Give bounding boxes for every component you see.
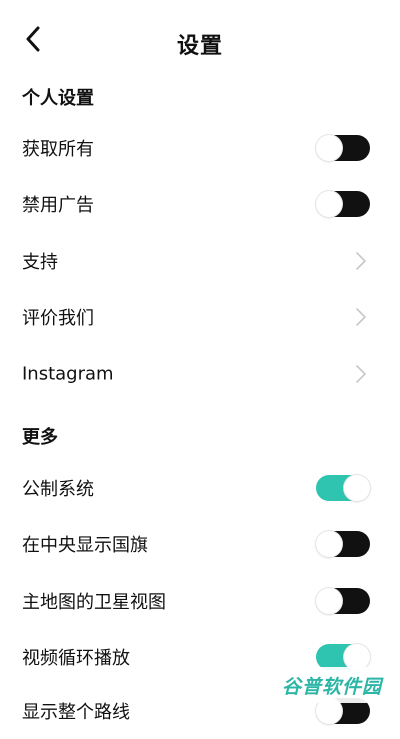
setting-row-rate-us[interactable]: 评价我们: [0, 289, 400, 345]
toggle-knob: [316, 531, 342, 557]
setting-label: 公制系统: [22, 479, 94, 500]
setting-label: 显示整个路线: [22, 702, 130, 723]
setting-row-disable-ads: 禁用广告: [0, 176, 400, 232]
setting-row-center-flag: 在中央显示国旗: [0, 516, 400, 572]
setting-row-get-all: 获取所有: [0, 120, 400, 176]
setting-label: 主地图的卫星视图: [22, 592, 166, 613]
watermark-logo: 谷普软件园: [272, 667, 392, 703]
setting-label: Instagram: [22, 363, 114, 385]
chevron-right-icon: [356, 308, 366, 326]
center-flag-toggle[interactable]: [316, 531, 370, 557]
setting-label: 禁用广告: [22, 195, 94, 216]
setting-label: 在中央显示国旗: [22, 535, 148, 556]
page-title: 设置: [176, 34, 223, 59]
disable-ads-toggle[interactable]: [316, 191, 370, 217]
setting-label: 视频循环播放: [22, 648, 130, 669]
get-all-toggle[interactable]: [316, 135, 370, 161]
setting-label: 获取所有: [22, 139, 94, 160]
setting-row-support[interactable]: 支持: [0, 233, 400, 289]
section-title-personal: 个人设置: [22, 88, 94, 109]
section-title-more: 更多: [22, 427, 58, 448]
metric-system-toggle[interactable]: [316, 475, 370, 501]
setting-row-metric-system: 公制系统: [0, 460, 400, 516]
toggle-knob: [344, 475, 370, 501]
chevron-right-icon: [356, 365, 366, 383]
satellite-view-toggle[interactable]: [316, 588, 370, 614]
setting-row-satellite-view: 主地图的卫星视图: [0, 573, 400, 629]
toggle-knob: [316, 588, 342, 614]
chevron-right-icon: [356, 252, 366, 270]
toggle-knob: [316, 135, 342, 161]
toggle-knob: [316, 191, 342, 217]
setting-label: 支持: [22, 252, 58, 273]
header: 设置: [0, 0, 400, 80]
setting-row-instagram[interactable]: Instagram: [0, 346, 400, 402]
setting-label: 评价我们: [22, 308, 94, 329]
